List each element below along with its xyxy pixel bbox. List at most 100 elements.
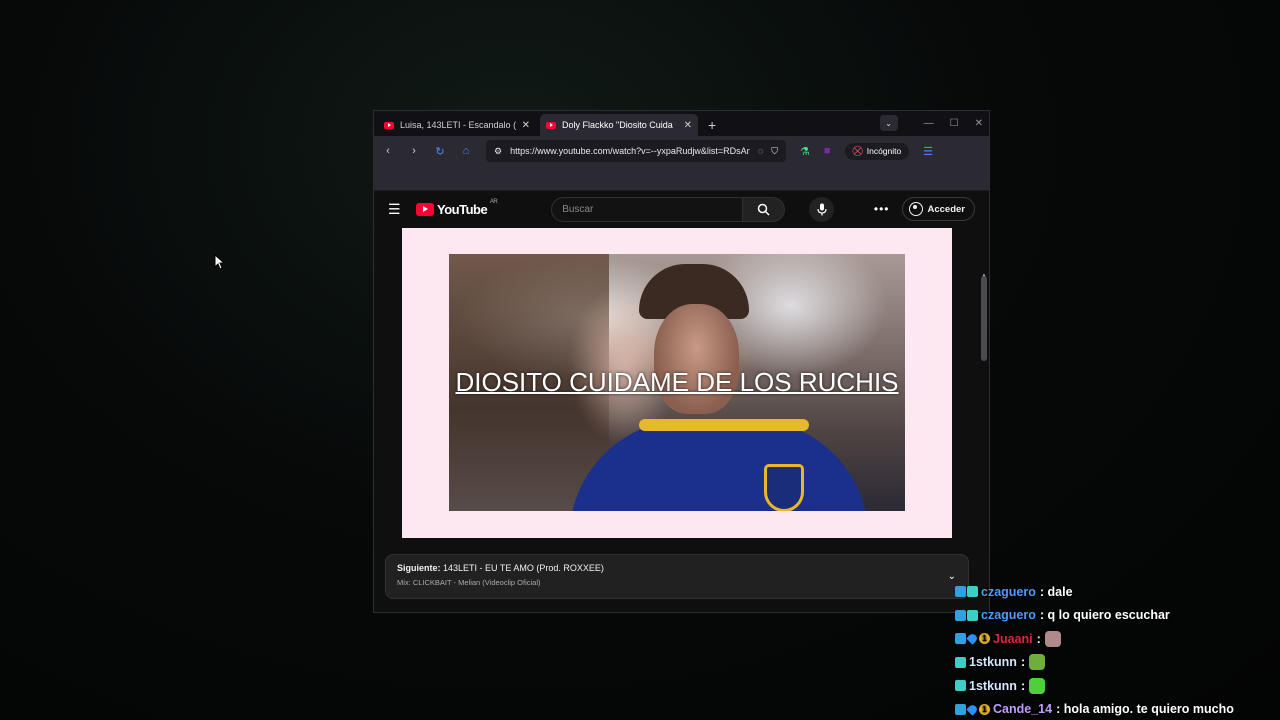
prime-badge-icon <box>955 609 966 621</box>
chat-message: czaguero: dale <box>955 580 1280 604</box>
youtube-favicon-icon <box>546 121 556 129</box>
chat-badges: 1 <box>955 703 990 716</box>
mouse-cursor <box>214 254 226 270</box>
bookmark-icon[interactable]: ⛉ <box>771 146 778 157</box>
incognito-icon: ⛒ <box>852 145 863 157</box>
hamburger-menu-icon[interactable]: ☰ <box>388 201 404 218</box>
new-tab-button[interactable]: + <box>708 117 716 133</box>
prime-badge-icon <box>955 586 966 598</box>
gem-badge-icon <box>966 632 979 645</box>
sub-badge-icon <box>967 609 978 621</box>
forward-icon[interactable]: › <box>408 145 420 157</box>
up-next-prefix: Siguiente: <box>397 563 441 573</box>
extension-icon[interactable]: ■ <box>824 145 831 157</box>
video-overlay-title: DIOSITO CUIDAME DE LOS RUCHIS <box>455 367 899 397</box>
emote-icon <box>1029 677 1046 694</box>
youtube-logo[interactable]: YouTube AR <box>416 199 498 217</box>
close-icon[interactable]: ✕ <box>522 120 530 131</box>
chat-message: 1stkunn: <box>955 651 1280 675</box>
chat-text: : <box>1020 678 1026 693</box>
incognito-badge[interactable]: ⛒ Incógnito <box>844 142 910 160</box>
up-next-title: 143LETI - EU TE AMO (Prod. ROXXEE) <box>443 563 604 573</box>
header-right: ••• Acceder <box>874 197 975 221</box>
home-icon[interactable]: ⌂ <box>460 145 472 157</box>
eye-off-icon[interactable]: ◌ <box>758 146 763 156</box>
chat-username[interactable]: Cande_14 <box>993 702 1052 716</box>
youtube-header: ☰ YouTube AR ••• Acceder <box>374 191 989 227</box>
country-code: AR <box>489 198 498 205</box>
search-button[interactable] <box>743 196 786 222</box>
gem-badge-icon <box>966 703 979 716</box>
chevron-down-icon[interactable]: ⌄ <box>879 115 898 131</box>
sub-badge-icon <box>955 680 966 692</box>
video-player[interactable]: DIOSITO CUIDAME DE LOS RUCHIS <box>402 228 952 538</box>
account-icon <box>908 202 923 216</box>
chat-username[interactable]: Juaani <box>993 632 1033 646</box>
flask-icon[interactable]: ⚗ <box>800 145 810 158</box>
chat-text: : <box>1036 631 1041 646</box>
navigation-bar: ‹ › ↻ ⌂ ⚙ https://www.youtube.com/watch?… <box>374 136 989 166</box>
voice-search-button[interactable] <box>809 196 835 222</box>
minimize-icon[interactable]: — <box>924 118 934 129</box>
sub-badge-icon <box>955 656 966 668</box>
video-frame: DIOSITO CUIDAME DE LOS RUCHIS <box>449 254 905 511</box>
chat-username[interactable]: czaguero <box>981 585 1036 599</box>
url-text: https://www.youtube.com/watch?v=--yxpaRu… <box>510 146 750 156</box>
chat-text: : <box>1020 655 1026 670</box>
up-next-line: Siguiente: 143LETI - EU TE AMO (Prod. RO… <box>397 563 957 573</box>
emote-icon <box>1029 654 1046 671</box>
chat-text: : dale <box>1039 584 1073 599</box>
menu-icon[interactable]: ☰ <box>923 145 933 158</box>
sign-in-button[interactable]: Acceder <box>901 197 975 221</box>
one-badge-icon: 1 <box>979 703 990 715</box>
chat-overlay: czaguero: dale czaguero: q lo quiero escu… <box>955 580 1280 720</box>
chat-text: : hola amigo. te quiero mucho <box>1056 702 1234 717</box>
close-icon[interactable]: ✕ <box>684 120 692 131</box>
close-window-icon[interactable]: ✕ <box>975 118 983 129</box>
incognito-label: Incógnito <box>866 146 902 156</box>
prime-badge-icon <box>955 703 966 715</box>
site-settings-icon[interactable]: ⚙ <box>494 146 502 157</box>
chat-badges <box>955 586 978 598</box>
video-shirt-stripe <box>639 419 809 431</box>
chat-badges <box>955 656 966 668</box>
video-crest <box>764 464 804 511</box>
tab-diosito[interactable]: Doly Flackko "Diosito Cuida ✕ <box>540 114 698 136</box>
chat-message: 1 Cande_14 : hola amigo. te quiero mucho <box>955 698 1280 720</box>
scrollbar-thumb[interactable] <box>981 276 987 361</box>
search-box <box>551 196 786 222</box>
chat-username[interactable]: 1stkunn <box>969 679 1017 693</box>
up-next-mix: Mix: CLICKBAIT - Melian (Videoclip Ofici… <box>397 578 541 587</box>
tab-title: Luisa, 143LETI - Escandalo (Vide <box>400 120 516 130</box>
chat-username[interactable]: czaguero <box>981 608 1036 622</box>
chat-badges <box>955 680 966 692</box>
logo-text: YouTube <box>437 201 488 217</box>
prime-badge-icon <box>955 633 966 645</box>
chat-message: czaguero: q lo quiero escuchar <box>955 604 1280 628</box>
back-icon[interactable]: ‹ <box>382 145 394 157</box>
browser-window: Luisa, 143LETI - Escandalo (Vide ✕ Doly … <box>373 110 990 613</box>
chat-message: 1 Juaani: <box>955 627 1280 651</box>
more-options-icon[interactable]: ••• <box>874 202 890 216</box>
sign-in-label: Acceder <box>927 203 966 215</box>
youtube-page: ☰ YouTube AR ••• Acceder <box>374 191 989 612</box>
microphone-icon <box>817 203 827 215</box>
reload-icon[interactable]: ↻ <box>434 145 446 158</box>
tab-title: Doly Flackko "Diosito Cuida <box>562 120 673 130</box>
emote-icon <box>1044 630 1061 647</box>
youtube-favicon-icon <box>384 121 394 129</box>
youtube-play-icon <box>416 202 434 216</box>
window-controls: ⌄ — ☐ ✕ <box>879 115 983 131</box>
one-badge-icon: 1 <box>979 633 990 645</box>
bookmarks-bar <box>374 166 989 190</box>
tab-escandalo[interactable]: Luisa, 143LETI - Escandalo (Vide ✕ <box>378 114 536 136</box>
chat-username[interactable]: 1stkunn <box>969 655 1017 669</box>
chat-badges: 1 <box>955 632 990 645</box>
address-bar[interactable]: ⚙ https://www.youtube.com/watch?v=--yxpa… <box>486 140 786 162</box>
sub-badge-icon <box>967 586 978 598</box>
chat-badges <box>955 609 978 621</box>
up-next-panel[interactable]: Siguiente: 143LETI - EU TE AMO (Prod. RO… <box>385 554 969 599</box>
maximize-icon[interactable]: ☐ <box>950 118 959 129</box>
search-input[interactable] <box>551 196 744 222</box>
search-icon <box>757 203 770 216</box>
